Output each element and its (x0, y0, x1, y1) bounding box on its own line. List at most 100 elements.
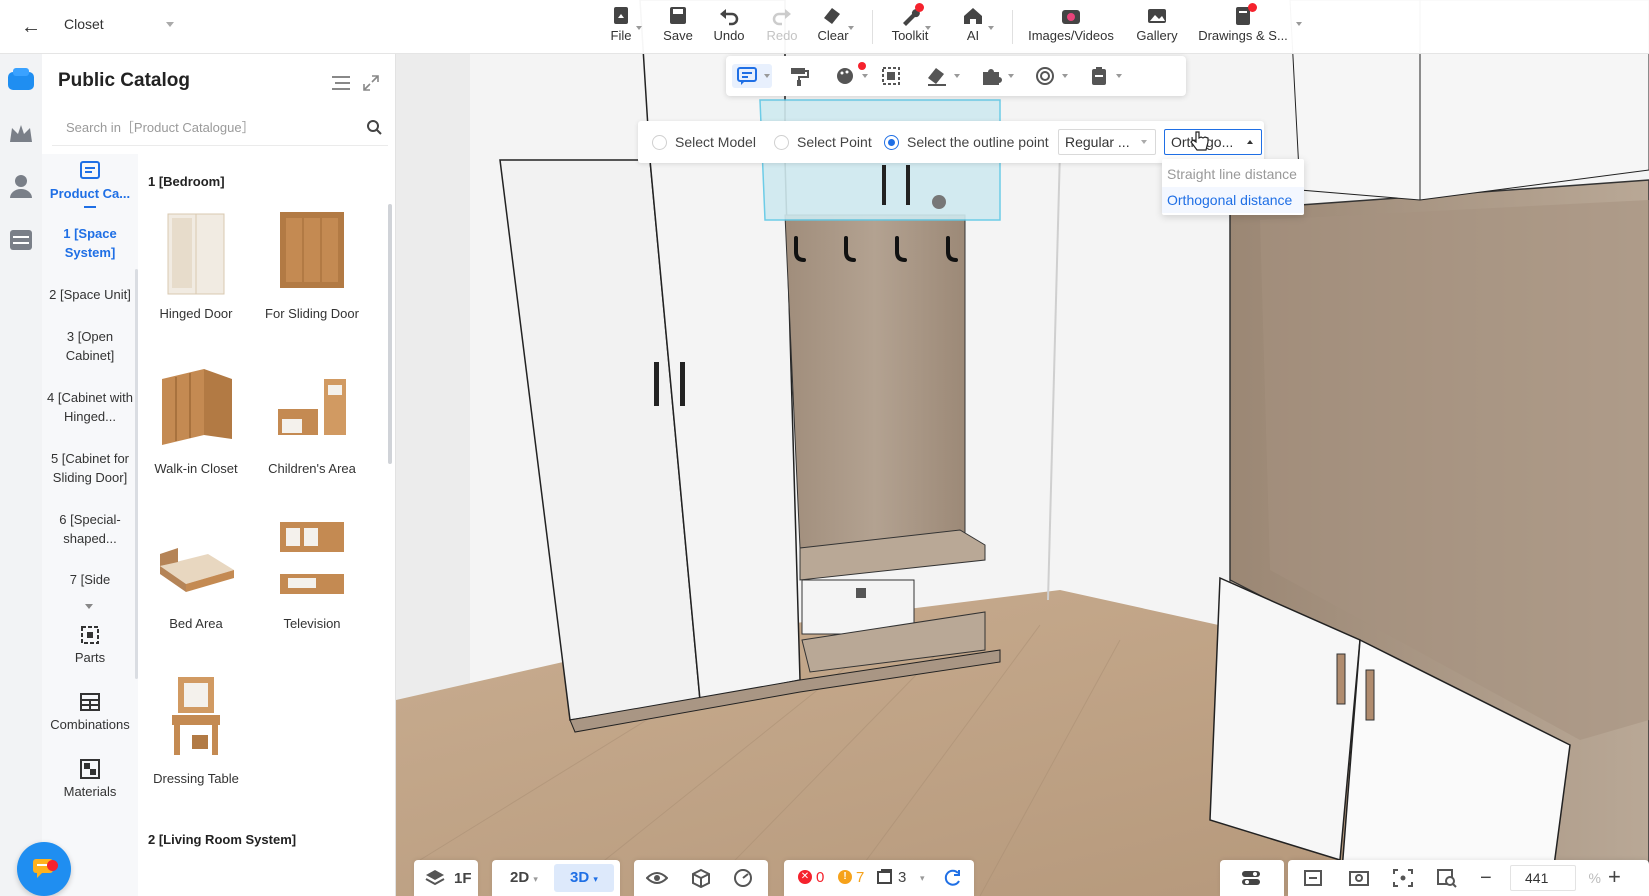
cube-icon[interactable] (690, 868, 712, 889)
refresh-icon[interactable] (942, 868, 964, 888)
radio-select-point[interactable]: Select Point (774, 134, 872, 152)
subcategory-item[interactable]: 5 [Cabinet for Sliding Door] (46, 449, 134, 487)
gallery-button[interactable]: Gallery (1136, 6, 1178, 48)
subcategory-item[interactable]: 1 [Space System] (46, 224, 134, 262)
paint-roller-button[interactable] (784, 64, 824, 88)
subcategory-item[interactable]: 7 [Side Cabinet] (46, 570, 134, 592)
hinged-door-thumbnail (148, 204, 244, 300)
redo-label: Redo (766, 28, 798, 43)
combinations-icon (79, 691, 101, 713)
radio-circle (652, 135, 667, 150)
product-childrens-area[interactable]: Children's Area (254, 359, 370, 478)
radio-select-model[interactable]: Select Model (652, 134, 756, 152)
drawings-button[interactable]: Drawings & S... (1198, 3, 1288, 48)
product-television[interactable]: Television (254, 514, 370, 633)
tab-label: Parts (74, 650, 106, 665)
option-orthogonal-distance[interactable]: Orthogonal distance (1162, 187, 1304, 213)
redo-button[interactable]: Redo (764, 6, 800, 48)
option-straight-line-distance[interactable]: Straight line distance (1162, 161, 1304, 187)
distance-select[interactable]: Orthogo... (1164, 129, 1262, 155)
more-tools-caret-icon[interactable] (1296, 22, 1302, 26)
zoom-search-icon[interactable] (1436, 868, 1458, 888)
section-heading: 1 [Bedroom] (148, 174, 225, 189)
gallery-icon (1146, 6, 1168, 26)
images-videos-button[interactable]: Images/Videos (1028, 6, 1114, 48)
clear-button[interactable]: Clear (814, 6, 854, 48)
view-3d-label: 3D (570, 869, 590, 886)
section-heading: 2 [Living Room System] (148, 832, 297, 847)
tab-combinations[interactable]: Combinations (42, 691, 138, 732)
search-input[interactable] (52, 110, 388, 146)
chat-button[interactable] (17, 842, 71, 896)
undo-label: Undo (713, 28, 745, 43)
clipboard-button[interactable] (1084, 64, 1124, 88)
chevron-down-icon (166, 22, 174, 27)
product-grid: 1 [Bedroom] Hinged Door For Sliding Door… (138, 154, 396, 896)
tab-materials[interactable]: Materials (42, 758, 138, 799)
notification-dot (1248, 3, 1257, 12)
collapse-icon[interactable] (362, 74, 380, 92)
eye-icon[interactable] (645, 868, 669, 888)
focus-icon[interactable] (1392, 868, 1414, 888)
product-dressing-table[interactable]: Dressing Table (138, 669, 254, 788)
tab-parts[interactable]: Parts (42, 624, 138, 665)
warning-icon[interactable]: ! (838, 870, 852, 884)
ai-button[interactable]: AI (960, 6, 994, 48)
subcategory-item[interactable]: 4 [Cabinet with Hinged... (46, 388, 134, 426)
radio-label: Select Point (797, 134, 872, 150)
list-menu-icon[interactable] (331, 74, 351, 92)
product-hinged-door[interactable]: Hinged Door (138, 204, 254, 323)
tab-product-catalogue[interactable]: Product Ca... (42, 160, 138, 208)
subcategory-item[interactable]: 2 [Space Unit] (46, 285, 134, 304)
product-name: Children's Area (268, 461, 356, 476)
frame-select-button[interactable] (876, 64, 916, 88)
ruler-comment-icon (737, 67, 757, 85)
items-icon[interactable] (876, 868, 894, 888)
subcategory-item[interactable]: 6 [Special-shaped... (46, 510, 134, 548)
project-selector[interactable]: Closet (64, 16, 182, 38)
floor-selector[interactable]: 1F (414, 860, 478, 896)
radio-circle (774, 135, 789, 150)
product-bed-area[interactable]: Bed Area (138, 514, 254, 633)
camera-settings-icon[interactable] (1348, 868, 1370, 888)
catalog-icon[interactable] (5, 64, 37, 96)
crown-icon[interactable] (5, 118, 37, 150)
subcategory-item[interactable]: 3 [Open Cabinet] (46, 327, 134, 365)
parts-icon (79, 624, 101, 646)
view-3d-button[interactable]: 3D ▾ (554, 864, 614, 892)
search-icon[interactable] (366, 119, 382, 135)
chevron-down-icon: ▾ (533, 874, 538, 884)
chevron-down-icon[interactable]: ▾ (920, 873, 925, 884)
file-button[interactable]: File (604, 6, 642, 48)
product-scrollbar[interactable] (388, 204, 392, 464)
undo-button[interactable]: Undo (710, 6, 748, 48)
toolkit-button[interactable]: Toolkit (890, 3, 931, 48)
product-sliding-door[interactable]: For Sliding Door (254, 204, 370, 323)
product-walk-in-closet[interactable]: Walk-in Closet (138, 359, 254, 478)
user-icon[interactable] (5, 170, 37, 202)
toggle-settings-icon[interactable] (1240, 868, 1262, 888)
scroll-down-icon[interactable] (85, 604, 93, 609)
mode-select[interactable]: Regular ... (1058, 129, 1156, 155)
cabinet-icon[interactable] (5, 224, 37, 256)
fit-view-icon[interactable] (1302, 868, 1324, 888)
zoom-in-button[interactable]: + (1608, 866, 1621, 888)
back-arrow-icon[interactable]: ← (18, 14, 44, 40)
file-label: File (610, 28, 632, 43)
target-button[interactable] (1030, 64, 1070, 88)
measure-tool-button[interactable] (732, 64, 772, 88)
gauge-icon[interactable] (732, 868, 754, 888)
eraser-tool-button[interactable] (922, 64, 962, 88)
plugin-button[interactable] (976, 64, 1016, 88)
view-2d-button[interactable]: 2D ▾ (498, 864, 550, 892)
save-button[interactable]: Save (660, 6, 696, 48)
palette-icon (837, 68, 853, 84)
zoom-input[interactable]: 441 % (1510, 865, 1601, 891)
error-icon[interactable]: ✕ (798, 870, 812, 884)
zoom-out-button[interactable]: − (1480, 868, 1492, 888)
paint-roller-icon (791, 68, 809, 86)
notification-dot (858, 62, 866, 70)
radio-select-outline-point[interactable]: Select the outline point (884, 134, 1049, 152)
mode-select-value: Regular ... (1065, 134, 1130, 150)
palette-button[interactable] (830, 62, 870, 88)
